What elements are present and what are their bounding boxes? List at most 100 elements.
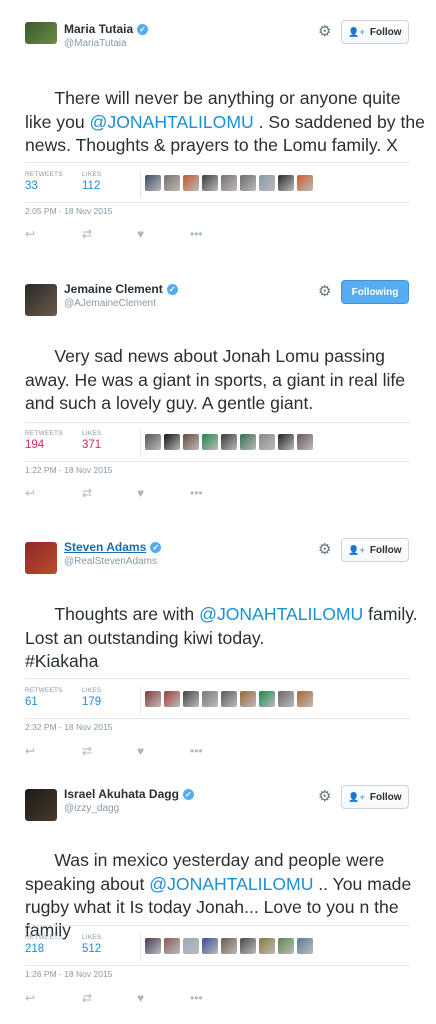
liker-avatar[interactable] xyxy=(240,938,256,954)
like-heart-icon[interactable]: ♥ xyxy=(137,991,144,1005)
retweet-stat[interactable]: RETWEETS 194 xyxy=(25,430,63,451)
liker-avatar[interactable] xyxy=(221,938,237,954)
user-name[interactable]: Steven Adams xyxy=(64,540,146,554)
retweet-icon[interactable]: ⇄ xyxy=(82,227,92,241)
divider xyxy=(25,678,410,679)
user-handle[interactable]: @RealStevenAdams xyxy=(64,556,157,567)
likes-count: 112 xyxy=(82,180,101,192)
liker-avatar[interactable] xyxy=(183,175,199,191)
likes-label: LIKES xyxy=(82,430,102,437)
liker-avatar[interactable] xyxy=(240,434,256,450)
likes-stat[interactable]: LIKES 371 xyxy=(82,430,101,451)
liker-avatar[interactable] xyxy=(183,691,199,707)
liker-avatar[interactable] xyxy=(202,434,218,450)
liker-avatar[interactable] xyxy=(164,938,180,954)
liker-avatar[interactable] xyxy=(164,434,180,450)
tweet-timestamp[interactable]: 1:22 PM - 18 Nov 2015 xyxy=(25,465,112,475)
liker-avatars xyxy=(145,938,313,954)
reply-icon[interactable]: ↩ xyxy=(25,744,35,758)
liker-avatar[interactable] xyxy=(145,938,161,954)
liker-avatar[interactable] xyxy=(278,175,294,191)
liker-avatar[interactable] xyxy=(202,691,218,707)
user-handle[interactable]: @izzy_dagg xyxy=(64,803,119,814)
liker-avatar[interactable] xyxy=(297,434,313,450)
liker-avatars xyxy=(145,434,313,450)
avatar[interactable] xyxy=(25,22,57,44)
retweet-stat[interactable]: RETWEETS 218 xyxy=(25,934,63,955)
liker-avatar[interactable] xyxy=(259,691,275,707)
retweet-stat[interactable]: RETWEETS 33 xyxy=(25,171,63,192)
liker-avatar[interactable] xyxy=(145,175,161,191)
liker-avatar[interactable] xyxy=(259,175,275,191)
retweet-count: 33 xyxy=(25,180,38,192)
liker-avatar[interactable] xyxy=(297,175,313,191)
gear-icon[interactable]: ⚙ xyxy=(318,24,332,39)
user-handle[interactable]: @MariaTutaia xyxy=(64,38,127,49)
retweet-icon[interactable]: ⇄ xyxy=(82,486,92,500)
retweet-count: 218 xyxy=(25,943,45,955)
liker-avatar[interactable] xyxy=(183,434,199,450)
retweet-count: 194 xyxy=(25,439,45,451)
gear-icon[interactable]: ⚙ xyxy=(318,789,332,804)
like-heart-icon[interactable]: ♥ xyxy=(137,744,144,758)
divider xyxy=(25,461,410,462)
follow-button[interactable]: 👤+ Follow xyxy=(341,20,409,44)
follow-button-label: Follow xyxy=(369,544,402,556)
retweets-label: RETWEETS xyxy=(25,687,63,694)
liker-avatar[interactable] xyxy=(221,175,237,191)
liker-avatar[interactable] xyxy=(145,691,161,707)
user-handle[interactable]: @AJemaineClement xyxy=(64,298,156,309)
avatar[interactable] xyxy=(25,542,57,574)
gear-icon[interactable]: ⚙ xyxy=(318,284,332,299)
liker-avatar[interactable] xyxy=(259,434,275,450)
mention-link[interactable]: @JONAHTALILOMU xyxy=(90,112,254,132)
liker-avatar[interactable] xyxy=(202,175,218,191)
avatar[interactable] xyxy=(25,284,57,316)
liker-avatar[interactable] xyxy=(164,691,180,707)
more-options-icon[interactable]: ••• xyxy=(190,744,203,758)
follow-button[interactable]: Following xyxy=(341,280,409,304)
tweet-timestamp[interactable]: 1:26 PM - 18 Nov 2015 xyxy=(25,969,112,979)
liker-avatar[interactable] xyxy=(297,938,313,954)
liker-avatar[interactable] xyxy=(221,434,237,450)
liker-avatar[interactable] xyxy=(202,938,218,954)
liker-avatar[interactable] xyxy=(259,938,275,954)
user-name[interactable]: Jemaine Clement xyxy=(64,282,163,296)
likes-stat[interactable]: LIKES 179 xyxy=(82,687,101,708)
more-options-icon[interactable]: ••• xyxy=(190,227,203,241)
more-options-icon[interactable]: ••• xyxy=(190,991,203,1005)
mention-link[interactable]: @JONAHTALILOMU xyxy=(199,604,363,624)
like-heart-icon[interactable]: ♥ xyxy=(137,227,144,241)
retweet-icon[interactable]: ⇄ xyxy=(82,991,92,1005)
liker-avatar[interactable] xyxy=(221,691,237,707)
like-heart-icon[interactable]: ♥ xyxy=(137,486,144,500)
liker-avatar[interactable] xyxy=(240,691,256,707)
user-name[interactable]: Israel Akuhata Dagg xyxy=(64,787,179,801)
follow-button[interactable]: 👤+ Follow xyxy=(341,785,409,809)
gear-icon[interactable]: ⚙ xyxy=(318,542,332,557)
liker-avatar[interactable] xyxy=(145,434,161,450)
likes-stat[interactable]: LIKES 112 xyxy=(82,171,101,192)
likes-stat[interactable]: LIKES 512 xyxy=(82,934,101,955)
retweet-icon[interactable]: ⇄ xyxy=(82,744,92,758)
mention-link[interactable]: @JONAHTALILOMU xyxy=(149,874,313,894)
tweet-timestamp[interactable]: 2:05 PM - 18 Nov 2015 xyxy=(25,206,112,216)
liker-avatar[interactable] xyxy=(278,938,294,954)
liker-avatar[interactable] xyxy=(278,691,294,707)
user-name[interactable]: Maria Tutaia xyxy=(64,22,133,36)
avatar[interactable] xyxy=(25,789,57,821)
tweet-text: Very sad news about Jonah Lomu passing a… xyxy=(25,322,425,438)
liker-avatar[interactable] xyxy=(240,175,256,191)
liker-avatar[interactable] xyxy=(278,434,294,450)
reply-icon[interactable]: ↩ xyxy=(25,486,35,500)
liker-avatar[interactable] xyxy=(164,175,180,191)
more-options-icon[interactable]: ••• xyxy=(190,486,203,500)
reply-icon[interactable]: ↩ xyxy=(25,991,35,1005)
follow-button[interactable]: 👤+ Follow xyxy=(341,538,409,562)
liker-avatar[interactable] xyxy=(297,691,313,707)
tweet-timestamp[interactable]: 2:32 PM - 18 Nov 2015 xyxy=(25,722,112,732)
retweet-stat[interactable]: RETWEETS 61 xyxy=(25,687,63,708)
liker-avatar[interactable] xyxy=(183,938,199,954)
stats-separator xyxy=(140,430,141,457)
reply-icon[interactable]: ↩ xyxy=(25,227,35,241)
